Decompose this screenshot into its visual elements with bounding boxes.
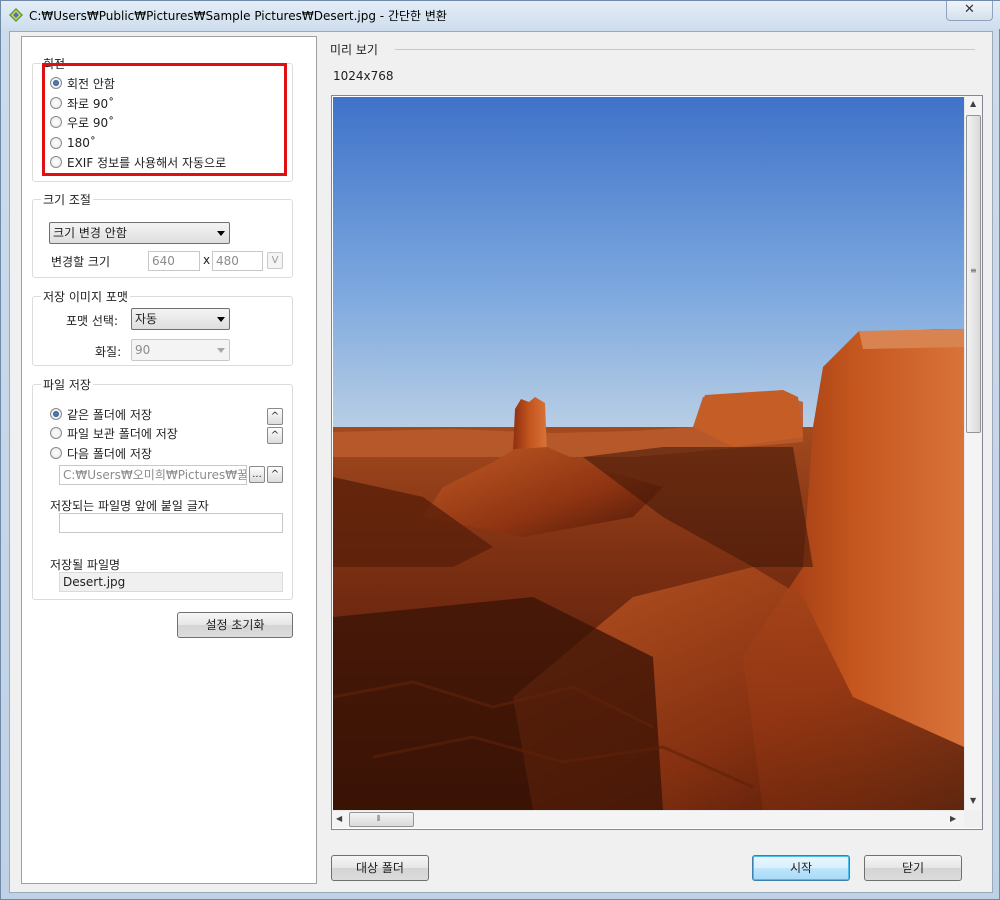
title-bar: C:₩Users₩Public₩Pictures₩Sample Pictures… [1,1,1000,29]
archive-up-button[interactable]: ^ [267,408,283,425]
save-group: 파일 저장 같은 폴더에 저장 파일 보관 폴더에 저장 다음 폴더에 저장 ^… [32,376,293,600]
preview-label: 미리 보기 [330,43,378,57]
resize-apply-button[interactable]: V [267,252,283,269]
grip-icon: ⦀ [377,814,381,823]
radio-button[interactable] [50,77,62,89]
rotation-option-label: 180˚ [67,136,96,150]
rotation-option-left-90[interactable]: 좌로 90˚ [50,95,114,111]
horizontal-scrollbar[interactable]: ◀ ⦀ ▶ [332,810,964,828]
grip-icon: ≡ [970,266,977,275]
radio-button[interactable] [50,427,62,439]
radio-button[interactable] [50,116,62,128]
filename-label: 저장될 파일명 [50,558,121,572]
rotation-option-exif[interactable]: EXIF 정보를 사용해서 자동으로 [50,154,226,170]
browse-folder-button[interactable]: ... [249,466,265,483]
target-folder-button[interactable]: 대상 폴더 [331,855,429,881]
rotation-option-label: 우로 90˚ [67,115,115,130]
save-group-title: 파일 저장 [41,376,93,393]
window-title: C:₩Users₩Public₩Pictures₩Sample Pictures… [29,9,447,23]
save-folder-path-input[interactable]: C:₩Users₩오미희₩Pictures₩꿀뷰 [59,465,247,485]
radio-button[interactable] [50,137,62,149]
app-icon [9,8,23,22]
radio-button[interactable] [50,97,62,109]
resize-group: 크기 조절 크기 변경 안함 변경할 크기 640 x 480 V [32,191,293,278]
scroll-corner [964,810,982,828]
radio-button[interactable] [50,447,62,459]
scroll-right-icon[interactable]: ▶ [950,814,956,823]
save-option-label: 다음 폴더에 저장 [67,446,152,461]
app-window: C:₩Users₩Public₩Pictures₩Sample Pictures… [0,0,1000,900]
prefix-input[interactable] [59,513,283,533]
scroll-up-icon[interactable]: ▲ [970,99,976,108]
prefix-label: 저장되는 파일명 앞에 붙일 글자 [50,499,209,513]
quality-label: 화질: [95,345,122,359]
resize-mode-value: 크기 변경 안함 [53,226,127,240]
resize-group-title: 크기 조절 [41,191,93,208]
filename-field: Desert.jpg [59,572,283,592]
resize-separator: x [203,253,211,267]
format-select[interactable]: 자동 [131,308,230,330]
rotation-option-label: EXIF 정보를 사용해서 자동으로 [67,155,227,170]
close-button[interactable]: 닫기 [864,855,962,881]
chevron-down-icon [217,231,225,236]
scroll-left-icon[interactable]: ◀ [336,814,342,823]
rotation-option-right-90[interactable]: 우로 90˚ [50,114,114,130]
dialog-body: 회전 회전 안함 좌로 90˚ 우로 90˚ 180˚ EXIF 정보를 사용해… [9,31,993,893]
save-option-label: 같은 폴더에 저장 [67,407,152,422]
save-option-same-folder[interactable]: 같은 폴더에 저장 [50,406,152,422]
resize-size-label: 변경할 크기 [51,255,111,269]
vertical-scroll-thumb[interactable]: ≡ [966,115,981,433]
quality-value: 90 [135,343,151,357]
rotation-option-180[interactable]: 180˚ [50,135,96,151]
preview-divider [395,49,975,50]
chevron-down-icon [217,348,225,353]
format-group-title: 저장 이미지 포맷 [41,288,130,305]
preview-frame: ▲ ≡ ▼ ◀ ⦀ ▶ [331,95,983,830]
horizontal-scroll-thumb[interactable]: ⦀ [349,812,414,827]
chevron-down-icon [217,317,225,322]
rotation-option-none[interactable]: 회전 안함 [50,75,115,91]
quality-select[interactable]: 90 [131,339,230,361]
reset-settings-button[interactable]: 설정 초기화 [177,612,293,638]
resize-height-input[interactable]: 480 [212,251,263,271]
save-option-specific-folder[interactable]: 다음 폴더에 저장 [50,445,152,461]
format-value: 자동 [135,312,158,326]
start-button[interactable]: 시작 [752,855,850,881]
save-option-label: 파일 보관 폴더에 저장 [67,426,178,441]
format-group: 저장 이미지 포맷 포맷 선택: 자동 화질: 90 [32,288,293,366]
resize-width-input[interactable]: 640 [148,251,200,271]
desert-photo [333,97,964,810]
scroll-down-icon[interactable]: ▼ [970,796,976,805]
format-select-label: 포맷 선택: [66,314,119,328]
rotation-option-label: 회전 안함 [67,76,115,91]
settings-panel: 회전 회전 안함 좌로 90˚ 우로 90˚ 180˚ EXIF 정보를 사용해… [21,36,317,884]
radio-button[interactable] [50,156,62,168]
folder-up-button[interactable]: ^ [267,427,283,444]
rotation-group: 회전 회전 안함 좌로 90˚ 우로 90˚ 180˚ EXIF 정보를 사용해… [32,55,293,182]
resize-mode-select[interactable]: 크기 변경 안함 [49,222,230,244]
rotation-group-title: 회전 [41,55,68,72]
rotation-option-label: 좌로 90˚ [67,96,115,111]
radio-button[interactable] [50,408,62,420]
close-window-button[interactable]: ✕ [946,1,993,21]
vertical-scrollbar[interactable]: ▲ ≡ ▼ [964,96,982,810]
path-up-button[interactable]: ^ [267,466,283,483]
image-dimensions: 1024x768 [333,69,394,83]
save-option-archive-folder[interactable]: 파일 보관 폴더에 저장 [50,425,178,441]
preview-image [333,97,964,810]
